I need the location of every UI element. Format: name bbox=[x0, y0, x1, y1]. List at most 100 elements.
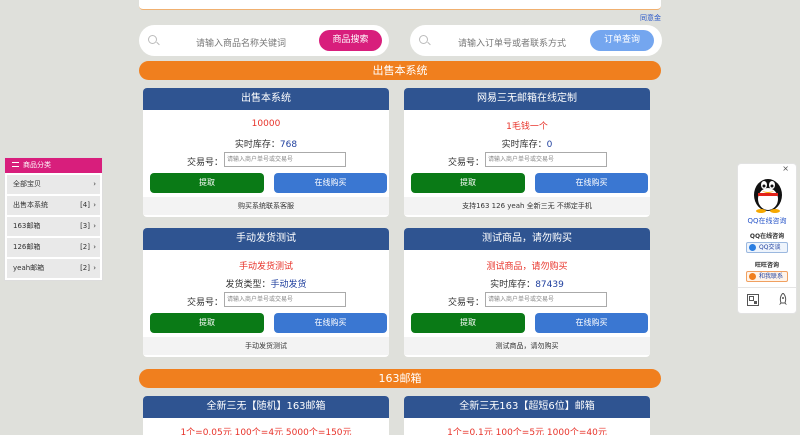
card-stock: 发货类型：手动发货 bbox=[143, 277, 389, 290]
extract-button[interactable]: 提取 bbox=[411, 173, 525, 193]
search-icon bbox=[148, 35, 157, 44]
sidebar-item-count: [4] bbox=[80, 201, 90, 209]
card-stock: 实时库存：768 bbox=[143, 137, 389, 150]
card-footer: 测试商品，请勿购买 bbox=[404, 337, 650, 355]
trade-no-label: 交易号： bbox=[448, 158, 485, 168]
product-card: 手动发货测试 手动发货测试 发货类型：手动发货 交易号： 请输入商户单号或交易号… bbox=[143, 228, 389, 357]
chevron-right-icon: › bbox=[93, 222, 96, 230]
product-search-input[interactable]: 请输入商品名称关键词 bbox=[196, 36, 286, 49]
stock-label: 实时库存： bbox=[234, 140, 280, 150]
sidebar-item-yeah[interactable]: yeah邮箱 [2] › bbox=[7, 259, 100, 278]
product-card: 出售本系统 10000 实时库存：768 交易号： 请输入商户单号或交易号 提取… bbox=[143, 88, 389, 217]
qr-code-icon[interactable] bbox=[747, 294, 759, 306]
qq-penguin-icon bbox=[754, 179, 782, 213]
qq-small-icon bbox=[749, 244, 756, 251]
product-card: 网易三无邮箱在线定制 1毛钱一个 实时库存：0 交易号： 请输入商户单号或交易号… bbox=[404, 88, 650, 217]
chevron-right-icon: › bbox=[93, 180, 96, 188]
buy-online-button[interactable]: 在线购买 bbox=[274, 173, 387, 193]
wangwang-icon bbox=[749, 273, 756, 280]
card-price: 测试商品，请勿购买 bbox=[486, 262, 568, 272]
card-title: 全新三无【随机】163邮箱 bbox=[143, 396, 389, 418]
sidebar-item-label: 出售本系统 bbox=[13, 201, 48, 209]
card-title: 网易三无邮箱在线定制 bbox=[404, 88, 650, 110]
sidebar-title: 商品分类 bbox=[23, 161, 51, 169]
extract-button[interactable]: 提取 bbox=[411, 313, 525, 333]
extract-button[interactable]: 提取 bbox=[150, 173, 264, 193]
back-to-top-icon[interactable] bbox=[778, 293, 788, 307]
trade-no-input[interactable]: 请输入商户单号或交易号 bbox=[224, 292, 346, 307]
product-search-bar: 请输入商品名称关键词 商品搜索 bbox=[139, 25, 389, 56]
wangwang-heading: 旺旺咨询 bbox=[754, 262, 779, 269]
qq-chat-label: QQ交谈 bbox=[759, 244, 781, 251]
section-title: 出售本系统 bbox=[139, 61, 661, 80]
product-card: 全新三无【随机】163邮箱 1个=0.05元 100个=4元 5000个=150… bbox=[143, 396, 389, 435]
qq-chat-button[interactable]: QQ交谈 bbox=[746, 242, 788, 253]
extract-button[interactable]: 提取 bbox=[150, 313, 264, 333]
sidebar-item-label: yeah邮箱 bbox=[13, 264, 45, 272]
search-icon bbox=[419, 35, 428, 44]
card-title: 全新三无163【超短6位】邮箱 bbox=[404, 396, 650, 418]
card-stock: 实时库存：87439 bbox=[404, 277, 650, 290]
card-stock: 实时库存：0 bbox=[404, 137, 650, 150]
close-icon[interactable]: × bbox=[782, 164, 789, 173]
qq-heading: QQ在线咨询 bbox=[749, 233, 785, 240]
menu-icon bbox=[12, 162, 19, 167]
order-search-bar: 请输入订单号或者联系方式 订单查询 bbox=[410, 25, 662, 56]
product-search-button[interactable]: 商品搜索 bbox=[319, 30, 382, 51]
sidebar-item-count: [3] bbox=[80, 222, 90, 230]
card-price: 10000 bbox=[251, 119, 281, 129]
order-search-button[interactable]: 订单查询 bbox=[590, 30, 654, 51]
chevron-right-icon: › bbox=[93, 201, 96, 209]
top-strip bbox=[139, 0, 661, 10]
card-footer: 支持163 126 yeah 全新三无 不绑定手机 bbox=[404, 197, 650, 215]
wangwang-contact-label: 和我联系 bbox=[759, 273, 784, 280]
stock-value: 768 bbox=[279, 140, 298, 150]
chevron-right-icon: › bbox=[93, 264, 96, 272]
stock-label: 实时库存： bbox=[501, 140, 547, 150]
product-card: 测试商品，请勿购买 测试商品，请勿购买 实时库存：87439 交易号： 请输入商… bbox=[404, 228, 650, 357]
qq-service-widget: × QQ在线咨询 QQ在线咨询 QQ交谈 旺旺咨询 和我联系 bbox=[737, 163, 797, 314]
sidebar-item-count: [2] bbox=[80, 264, 90, 272]
card-price: 手动发货测试 bbox=[238, 262, 293, 272]
sidebar-header: 商品分类 bbox=[5, 158, 102, 173]
buy-online-button[interactable]: 在线购买 bbox=[535, 313, 648, 333]
section-title: 163邮箱 bbox=[139, 369, 661, 388]
chevron-right-icon: › bbox=[93, 243, 96, 251]
sidebar-item-label: 163邮箱 bbox=[13, 222, 41, 230]
sidebar-item-163[interactable]: 163邮箱 [3] › bbox=[7, 217, 100, 236]
card-footer: 购买系统联系客服 bbox=[143, 197, 389, 215]
order-search-input[interactable]: 请输入订单号或者联系方式 bbox=[458, 36, 566, 49]
trade-no-input[interactable]: 请输入商户单号或交易号 bbox=[224, 152, 346, 167]
sidebar-item-system[interactable]: 出售本系统 [4] › bbox=[7, 196, 100, 215]
trade-no-input[interactable]: 请输入商户单号或交易号 bbox=[485, 152, 607, 167]
divider bbox=[738, 287, 796, 288]
stock-value: 87439 bbox=[535, 280, 564, 290]
trade-no-label: 交易号： bbox=[448, 298, 485, 308]
sidebar-item-all[interactable]: 全部宝贝 › bbox=[7, 175, 100, 194]
trade-no-input[interactable]: 请输入商户单号或交易号 bbox=[485, 292, 607, 307]
card-footer: 手动发货测试 bbox=[143, 337, 389, 355]
stock-value: 0 bbox=[546, 140, 553, 150]
sidebar-item-126[interactable]: 126邮箱 [2] › bbox=[7, 238, 100, 257]
buy-online-button[interactable]: 在线购买 bbox=[274, 313, 387, 333]
sidebar-item-label: 126邮箱 bbox=[13, 243, 41, 251]
category-sidebar: 商品分类 全部宝贝 › 出售本系统 [4] › 163邮箱 [3] › 126邮… bbox=[4, 157, 103, 281]
top-link[interactable]: 同意金 bbox=[640, 13, 661, 23]
delivery-type-value: 手动发货 bbox=[270, 280, 307, 290]
card-title: 出售本系统 bbox=[143, 88, 389, 110]
trade-no-label: 交易号： bbox=[187, 298, 224, 308]
card-title: 手动发货测试 bbox=[143, 228, 389, 250]
buy-online-button[interactable]: 在线购买 bbox=[535, 173, 648, 193]
delivery-type-label: 发货类型： bbox=[225, 280, 271, 290]
trade-no-label: 交易号： bbox=[187, 158, 224, 168]
wangwang-contact-button[interactable]: 和我联系 bbox=[746, 271, 788, 282]
card-price: 1毛钱一个 bbox=[506, 122, 548, 132]
product-card: 全新三无163【超短6位】邮箱 1个=0.1元 100个=5元 1000个=40… bbox=[404, 396, 650, 435]
stock-label: 实时库存： bbox=[490, 280, 536, 290]
sidebar-item-label: 全部宝贝 bbox=[13, 180, 41, 188]
card-price: 1个=0.05元 100个=4元 5000个=150元 bbox=[180, 428, 352, 435]
card-price: 1个=0.1元 100个=5元 1000个=40元 bbox=[447, 428, 607, 435]
card-title: 测试商品，请勿购买 bbox=[404, 228, 650, 250]
qq-online-label[interactable]: QQ在线咨询 bbox=[738, 216, 796, 226]
sidebar-item-count: [2] bbox=[80, 243, 90, 251]
